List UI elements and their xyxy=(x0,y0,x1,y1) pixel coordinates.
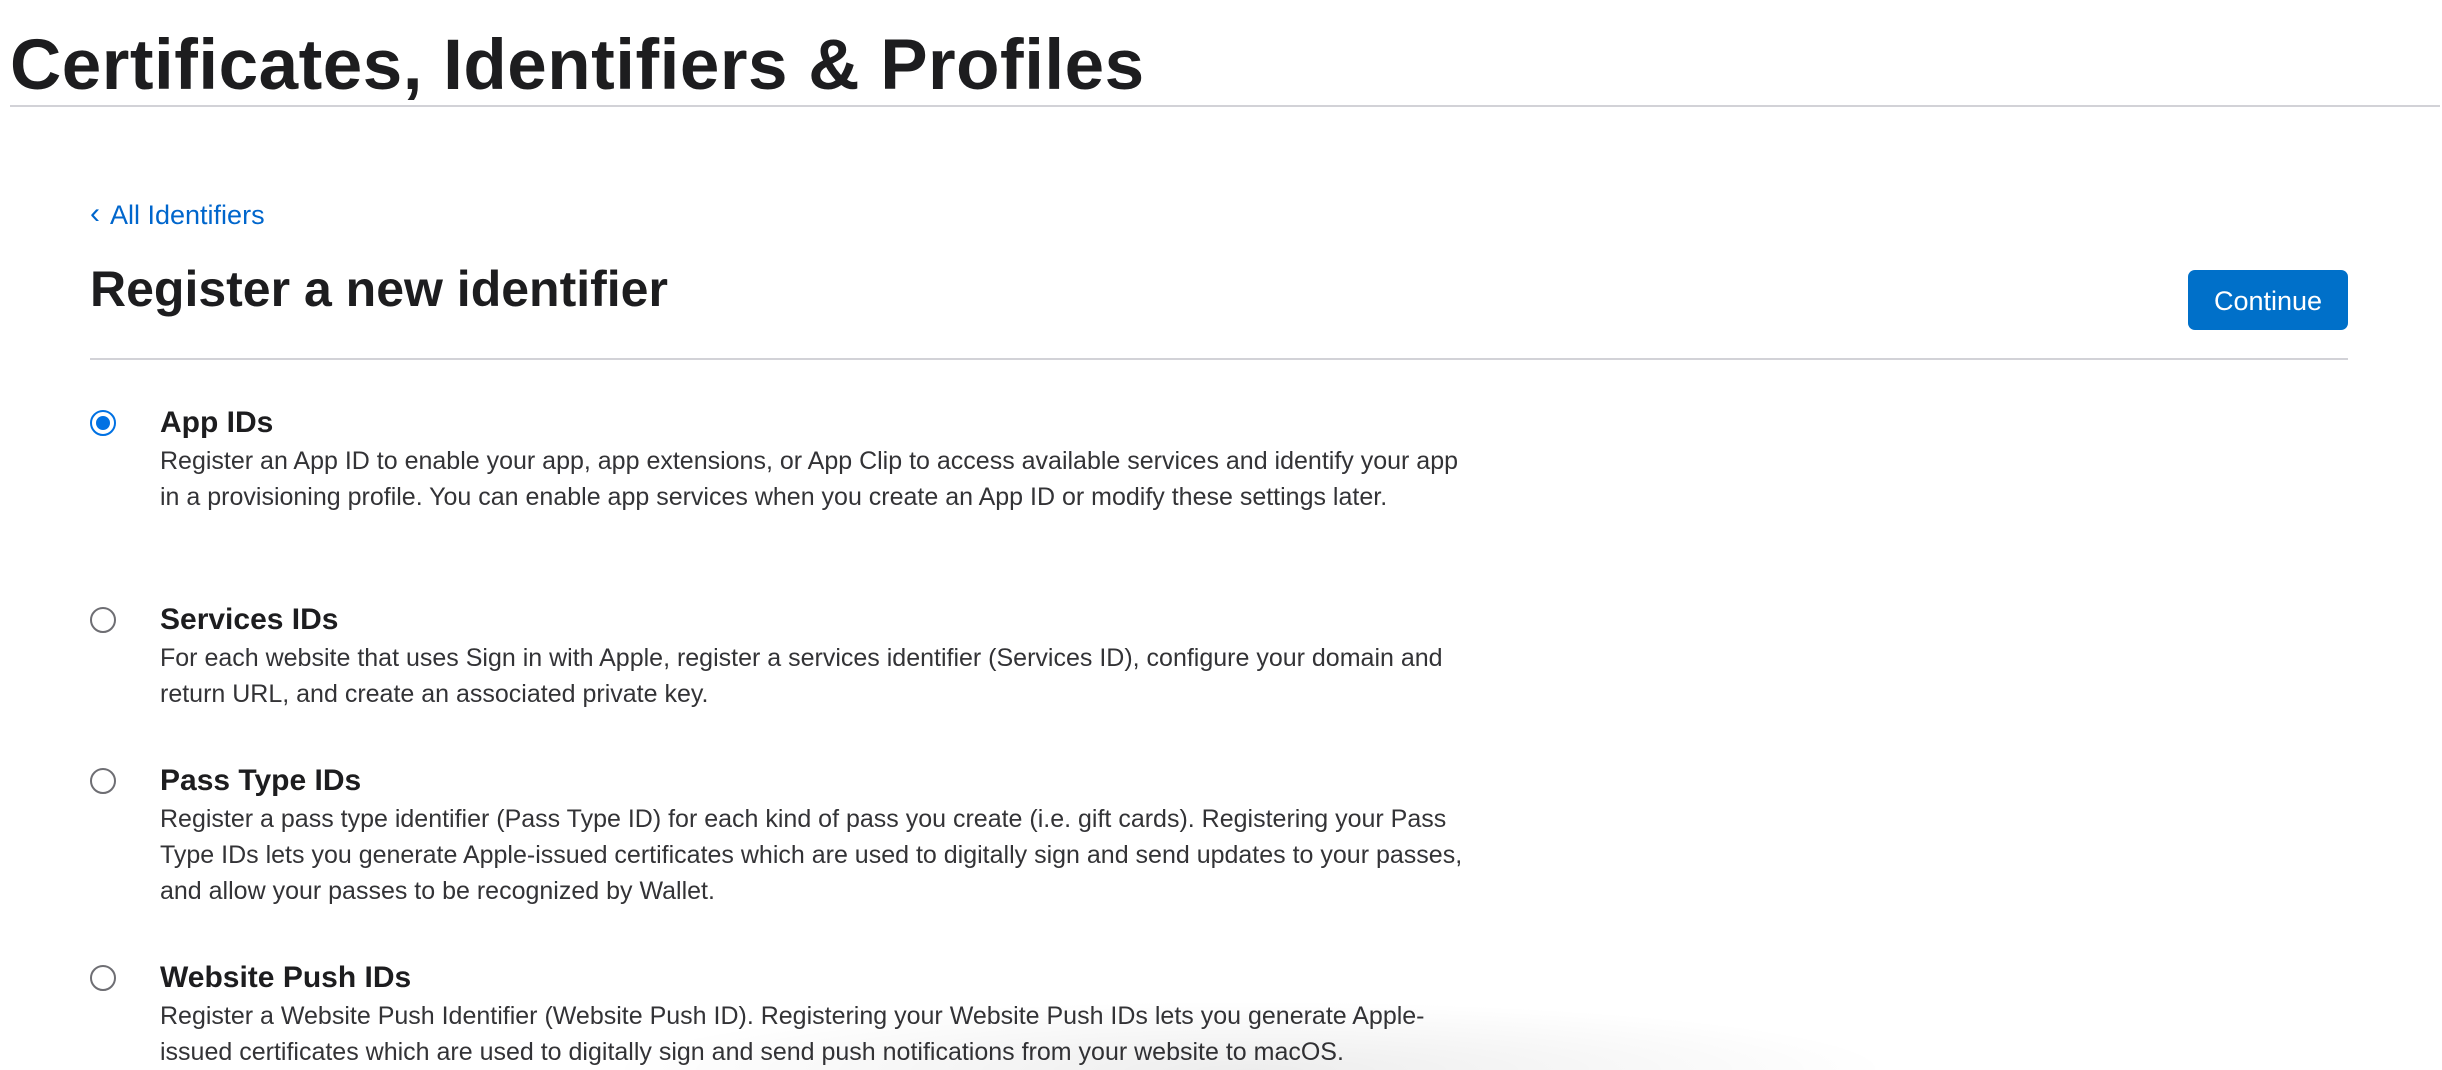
option-description: Register an App ID to enable your app, a… xyxy=(160,447,1458,511)
page-header: Certificates, Identifiers & Profiles xyxy=(10,0,2440,107)
chevron-left-icon: ‹ xyxy=(90,197,100,230)
radio-website-push-ids[interactable] xyxy=(90,965,116,991)
back-link-label: All Identifiers xyxy=(110,200,265,230)
radio-services-ids[interactable] xyxy=(90,607,116,633)
option-title: App IDs xyxy=(160,406,274,439)
divider xyxy=(90,358,2348,360)
page-title: Certificates, Identifiers & Profiles xyxy=(10,26,1145,105)
continue-button[interactable]: Continue xyxy=(2188,270,2348,330)
option-title: Pass Type IDs xyxy=(160,764,362,797)
radio-app-ids[interactable] xyxy=(90,410,116,436)
back-to-all-identifiers-link[interactable]: ‹ All Identifiers xyxy=(90,197,265,233)
option-title: Website Push IDs xyxy=(160,961,412,994)
option-description: Register a Website Push Identifier (Webs… xyxy=(160,1002,1425,1066)
option-description: For each website that uses Sign in with … xyxy=(160,644,1443,708)
option-title: Services IDs xyxy=(160,603,339,636)
section-heading: Register a new identifier xyxy=(90,261,668,317)
option-description: Register a pass type identifier (Pass Ty… xyxy=(160,805,1463,905)
main-content: ‹ All Identifiers Register a new identif… xyxy=(90,107,2348,1070)
radio-pass-type-ids[interactable] xyxy=(90,768,116,794)
